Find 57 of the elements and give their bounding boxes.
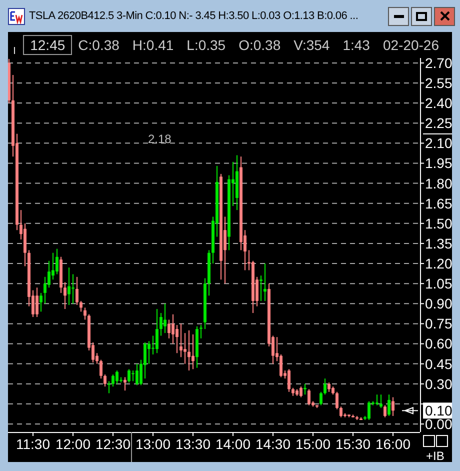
close-button[interactable] [434, 6, 455, 26]
x-tick-label: 15:00 [295, 436, 331, 452]
y-tick-label: 0.75 [425, 316, 452, 332]
y-tick-label: 1.35 [425, 235, 452, 252]
candlestick [72, 274, 74, 304]
cursor-value: 02-20-26 [382, 37, 439, 53]
y-tick-label: 1.05 [425, 276, 452, 292]
close-icon [440, 11, 450, 21]
app-logo-icon [8, 8, 25, 24]
y-tick-label: 2.40 [425, 95, 452, 112]
x-tick-label: 14:30 [255, 436, 291, 452]
y-tick-label: 1.50 [425, 215, 452, 232]
x-tick-label: 14:00 [215, 436, 251, 452]
y-tick-label: 2.70 [425, 58, 452, 71]
maximize-button[interactable] [411, 6, 432, 26]
y-tick-label: 2.55 [425, 75, 452, 91]
candlestick [260, 276, 262, 301]
y-tick-label: 1.95 [425, 155, 452, 172]
cursor-value: L:0.35 [186, 37, 226, 53]
toggle-button[interactable] [423, 435, 435, 447]
x-tick-label: 13:30 [175, 436, 211, 452]
cursor-value: O:0.38 [238, 37, 281, 53]
minimize-icon [394, 14, 404, 18]
y-tick-label: 2.10 [425, 135, 452, 152]
y-tick-label: 1.20 [425, 256, 452, 272]
x-tick-label: 12:30 [95, 436, 131, 452]
toggle-button[interactable] [436, 435, 448, 447]
candlestick [264, 264, 266, 301]
x-tick-label: 11:30 [16, 436, 50, 452]
cursor-time: 12:45 [23, 35, 72, 55]
candlestick [108, 381, 110, 394]
y-tick-label: 0.90 [425, 296, 452, 312]
last-price-badge: 0.10 [423, 402, 452, 419]
window-title: TSLA 2620B412.5 3-Min C:0.10 N:- 3.45 H:3.50 L:0.03 O:1.13 B:0.06 ... [29, 10, 358, 22]
minimize-button[interactable] [388, 6, 409, 26]
candlestick [184, 333, 186, 364]
y-tick-label: 0.45 [425, 356, 452, 372]
x-tick-label: 15:30 [335, 436, 371, 452]
marker-icon [14, 46, 16, 54]
price-label: 2.18 [148, 132, 172, 146]
x-tick-label: 16:00 [375, 436, 411, 452]
y-tick-label: 1.65 [425, 195, 452, 212]
x-tick-label: 13:00 [135, 436, 171, 452]
cursor-value: H:0.41 [132, 37, 174, 53]
source-label: +IB [426, 449, 444, 462]
cursor-value: C:0.38 [78, 37, 120, 53]
candlestick [200, 325, 202, 338]
cursor-value: V:354 [294, 37, 330, 53]
y-tick-label: 0.60 [425, 336, 452, 352]
arrow-icon [402, 406, 418, 414]
maximize-icon [416, 12, 427, 20]
y-tick-label: 0.30 [425, 376, 452, 392]
y-tick-label: 2.25 [425, 115, 452, 132]
cursor-value: 1:43 [342, 37, 370, 53]
x-tick-label: 12:00 [55, 436, 91, 452]
price-marker-line [422, 133, 452, 134]
y-tick-label: 1.80 [425, 175, 452, 192]
